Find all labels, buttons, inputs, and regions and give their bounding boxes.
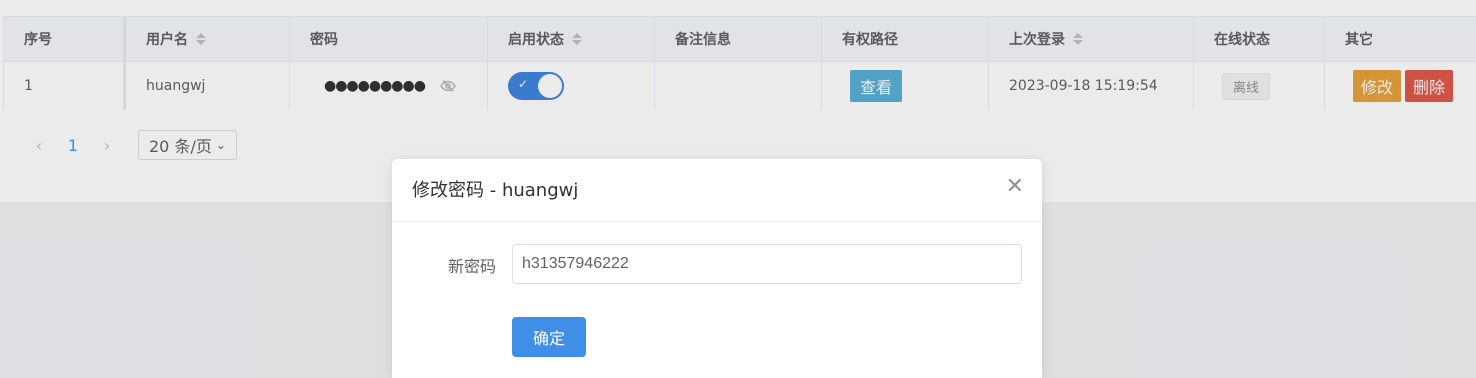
new-password-input[interactable]: [512, 244, 1022, 284]
confirm-button[interactable]: 确定: [512, 317, 586, 357]
dialog-header: 修改密码 - huangwj ✕: [392, 159, 1042, 222]
new-password-label: 新密码: [447, 257, 496, 276]
close-icon[interactable]: ✕: [1006, 176, 1024, 198]
change-password-dialog: 修改密码 - huangwj ✕ 新密码 确定: [392, 159, 1042, 378]
dialog-title: 修改密码 - huangwj: [412, 180, 579, 201]
